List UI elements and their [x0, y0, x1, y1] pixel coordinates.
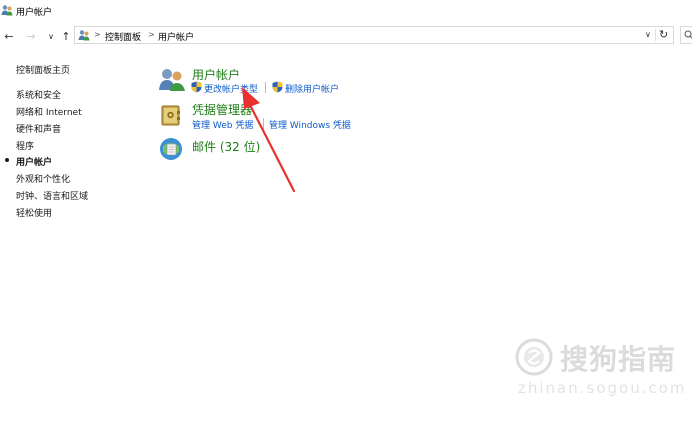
- title-bar: 用户帐户: [0, 0, 692, 22]
- recent-locations-button[interactable]: ∨: [44, 29, 58, 43]
- sidebar-item-system-security[interactable]: 系统和安全: [16, 88, 61, 101]
- uac-shield-icon: [191, 81, 202, 93]
- address-bar[interactable]: > 控制面板 > 用户帐户 ∨ ↻: [74, 26, 674, 44]
- breadcrumb-control-panel[interactable]: 控制面板: [105, 30, 141, 43]
- sogou-watermark-logo-icon: [515, 338, 553, 376]
- sidebar-item-ease-of-access[interactable]: 轻松使用: [16, 206, 52, 219]
- address-dropdown-button[interactable]: ∨: [645, 30, 651, 39]
- breadcrumb-user-accounts[interactable]: 用户帐户: [158, 30, 194, 43]
- user-accounts-icon[interactable]: [158, 66, 186, 92]
- users-icon: [1, 5, 13, 16]
- current-item-bullet: [5, 158, 9, 162]
- forward-button[interactable]: →: [24, 29, 38, 43]
- sidebar-item-programs[interactable]: 程序: [16, 139, 34, 152]
- sidebar-control-panel-home[interactable]: 控制面板主页: [16, 63, 70, 76]
- watermark-text: 搜狗指南: [560, 343, 677, 376]
- mail-icon[interactable]: [159, 137, 183, 161]
- sidebar-item-network-internet[interactable]: 网络和 Internet: [16, 105, 82, 118]
- red-arrow-annotation-icon: [242, 87, 296, 193]
- breadcrumb-separator[interactable]: >: [148, 30, 155, 39]
- credential-manager-icon[interactable]: [160, 103, 182, 127]
- breadcrumb-separator[interactable]: >: [94, 30, 101, 39]
- window-title: 用户帐户: [16, 8, 53, 18]
- sidebar-item-user-accounts[interactable]: 用户帐户: [16, 155, 52, 168]
- sidebar-item-hardware-sound[interactable]: 硬件和声音: [16, 122, 61, 135]
- refresh-button[interactable]: ↻: [659, 28, 671, 41]
- watermark-url: zhinan.sogou.com: [518, 379, 687, 397]
- sidebar-item-appearance[interactable]: 外观和个性化: [16, 172, 70, 185]
- users-icon: [78, 30, 90, 41]
- back-button[interactable]: ←: [2, 29, 16, 43]
- divider: [655, 29, 656, 41]
- sidebar-item-clock-language-region[interactable]: 时钟、语言和区域: [16, 189, 88, 202]
- search-icon: [684, 30, 692, 39]
- up-button[interactable]: ↑: [59, 29, 73, 43]
- search-input[interactable]: [680, 26, 692, 44]
